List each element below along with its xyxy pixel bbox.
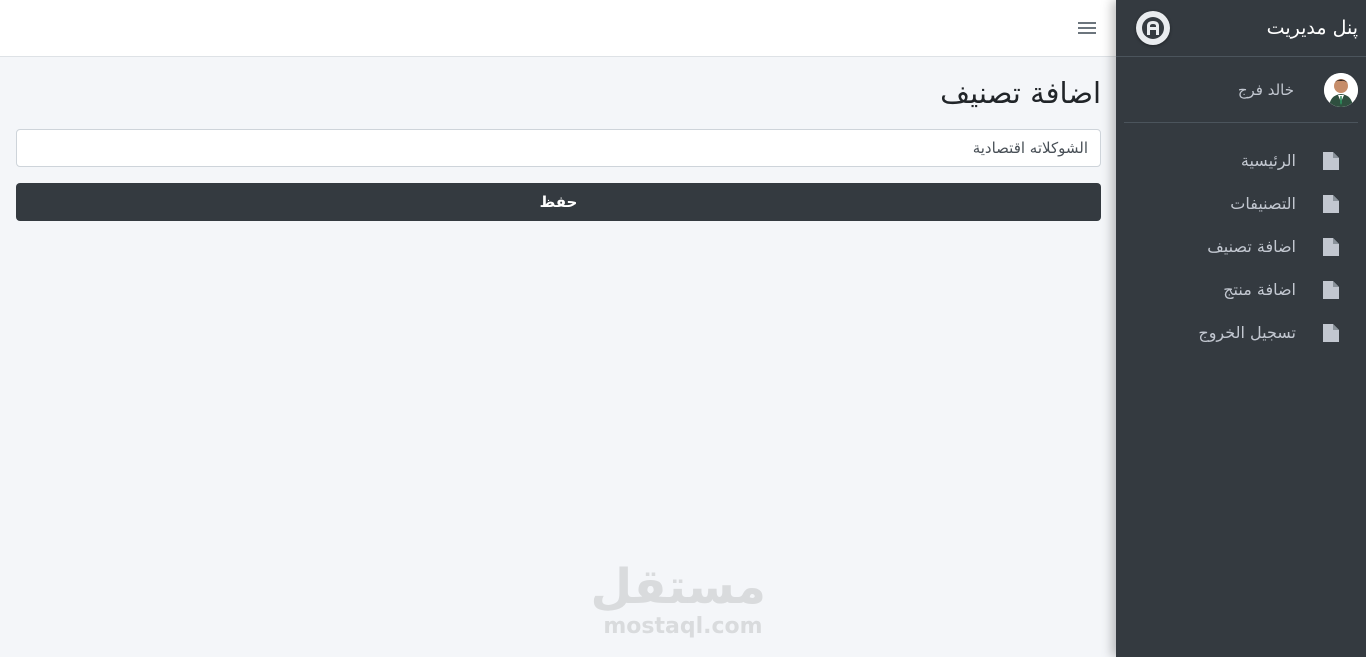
sidebar-item-add-category[interactable]: اضافة تصنيف [1116, 225, 1366, 268]
sidebar-item-categories[interactable]: التصنيفات [1116, 182, 1366, 225]
sidebar-nav: الرئيسية التصنيفات اضافة تصنيف اضافة منت… [1116, 123, 1366, 354]
hamburger-icon[interactable] [1078, 19, 1096, 37]
top-navbar [0, 0, 1116, 57]
brand-text: پنل مدیریت [1266, 17, 1358, 39]
sidebar-item-label: اضافة تصنيف [1207, 237, 1296, 256]
app-root: اضافة تصنيف حفظ مستقل mostaql.com پنل مد… [0, 0, 1366, 657]
file-icon [1322, 280, 1340, 300]
sidebar-item-add-product[interactable]: اضافة منتج [1116, 268, 1366, 311]
watermark-logo: مستقل mostaql.com [590, 559, 766, 640]
file-icon [1322, 323, 1340, 343]
brand-link[interactable]: پنل مدیریت [1116, 0, 1366, 57]
save-button[interactable]: حفظ [16, 183, 1101, 221]
page-title: اضافة تصنيف [940, 76, 1101, 110]
sidebar: پنل مدیریت خالد فرج الرئيسية التصنيفات ا… [1116, 0, 1366, 657]
file-icon [1322, 237, 1340, 257]
watermark-arabic: مستقل [590, 559, 766, 615]
user-panel[interactable]: خالد فرج [1124, 57, 1358, 123]
sidebar-item-label: تسجيل الخروج [1198, 323, 1296, 342]
file-icon [1322, 151, 1340, 171]
sidebar-item-label: اضافة منتج [1223, 280, 1296, 299]
sidebar-item-label: التصنيفات [1230, 194, 1296, 213]
file-icon [1322, 194, 1340, 214]
brand-logo-icon [1136, 11, 1170, 45]
sidebar-item-home[interactable]: الرئيسية [1116, 139, 1366, 182]
avatar [1324, 72, 1358, 107]
category-name-input[interactable] [16, 129, 1101, 167]
main-content: اضافة تصنيف حفظ [16, 57, 1101, 221]
sidebar-item-label: الرئيسية [1240, 151, 1296, 170]
user-name: خالد فرج [1237, 80, 1294, 99]
watermark-latin: mostaql.com [603, 614, 763, 639]
sidebar-item-logout[interactable]: تسجيل الخروج [1116, 311, 1366, 354]
